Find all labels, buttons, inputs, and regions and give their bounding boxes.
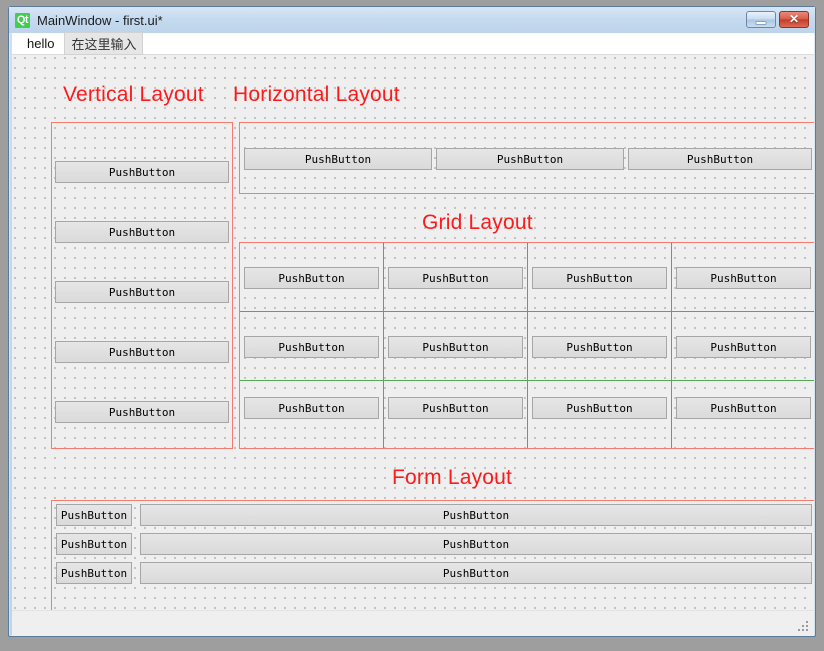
vertical-button-4[interactable]: PushButton — [55, 341, 229, 363]
form-label-button-1[interactable]: PushButton — [56, 504, 132, 526]
vertical-button-1[interactable]: PushButton — [55, 161, 229, 183]
horizontal-button-3[interactable]: PushButton — [628, 148, 812, 170]
grid-layout-heading: Grid Layout — [422, 211, 533, 234]
vertical-button-5[interactable]: PushButton — [55, 401, 229, 423]
grid-button-r1c2[interactable]: PushButton — [388, 267, 523, 289]
horizontal-button-1[interactable]: PushButton — [244, 148, 432, 170]
grid-button-r2c1[interactable]: PushButton — [244, 336, 379, 358]
grid-button-r2c3[interactable]: PushButton — [532, 336, 667, 358]
grid-layout-container[interactable]: PushButton PushButton PushButton PushBut… — [239, 242, 814, 449]
grid-separator-v3 — [671, 243, 672, 448]
horizontal-layout-heading: Horizontal Layout — [233, 83, 400, 106]
vertical-button-3[interactable]: PushButton — [55, 281, 229, 303]
grid-button-r2c4[interactable]: PushButton — [676, 336, 811, 358]
form-layout-container[interactable]: PushButton PushButton PushButton PushBut… — [51, 500, 814, 610]
grid-button-r1c4[interactable]: PushButton — [676, 267, 811, 289]
close-button[interactable]: ✕ — [779, 11, 809, 28]
grid-button-r2c2[interactable]: PushButton — [388, 336, 523, 358]
title-bar[interactable]: Qt MainWindow - first.ui* ✕ — [9, 7, 815, 33]
horizontal-layout-container[interactable]: PushButton PushButton PushButton — [239, 122, 814, 194]
status-bar — [12, 610, 814, 636]
form-label-button-3[interactable]: PushButton — [56, 562, 132, 584]
grid-separator-h1 — [240, 311, 814, 312]
grid-button-r3c1[interactable]: PushButton — [244, 397, 379, 419]
form-layout-heading: Form Layout — [392, 466, 513, 489]
vertical-layout-heading: Vertical Layout — [63, 83, 204, 106]
menu-item-hello[interactable]: hello — [20, 34, 61, 53]
vertical-button-2[interactable]: PushButton — [55, 221, 229, 243]
main-window: Qt MainWindow - first.ui* ✕ hello 在这里输入 … — [8, 6, 816, 637]
form-field-button-3[interactable]: PushButton — [140, 562, 812, 584]
grid-button-r3c4[interactable]: PushButton — [676, 397, 811, 419]
form-field-button-2[interactable]: PushButton — [140, 533, 812, 555]
grid-button-r3c2[interactable]: PushButton — [388, 397, 523, 419]
grid-button-r1c3[interactable]: PushButton — [532, 267, 667, 289]
grid-separator-v1 — [383, 243, 384, 448]
menu-item-type-here[interactable]: 在这里输入 — [64, 32, 144, 55]
close-icon: ✕ — [788, 12, 800, 26]
menu-bar: hello 在这里输入 — [12, 32, 814, 55]
grid-button-r3c3[interactable]: PushButton — [532, 397, 667, 419]
screen-root: Qt MainWindow - first.ui* ✕ hello 在这里输入 … — [0, 0, 824, 651]
form-label-button-2[interactable]: PushButton — [56, 533, 132, 555]
window-controls: ✕ — [746, 11, 809, 28]
design-canvas[interactable]: Vertical Layout PushButton PushButton Pu… — [12, 55, 814, 610]
vertical-layout-container[interactable]: PushButton PushButton PushButton PushBut… — [51, 122, 233, 449]
qt-logo-icon: Qt — [15, 12, 30, 28]
minimize-button[interactable] — [746, 11, 776, 28]
grid-separator-v2 — [527, 243, 528, 448]
horizontal-button-2[interactable]: PushButton — [436, 148, 624, 170]
form-field-button-1[interactable]: PushButton — [140, 504, 812, 526]
resize-grip-icon[interactable] — [798, 621, 810, 633]
grid-separator-h2 — [240, 380, 814, 381]
window-title: MainWindow - first.ui* — [37, 12, 163, 28]
grid-button-r1c1[interactable]: PushButton — [244, 267, 379, 289]
